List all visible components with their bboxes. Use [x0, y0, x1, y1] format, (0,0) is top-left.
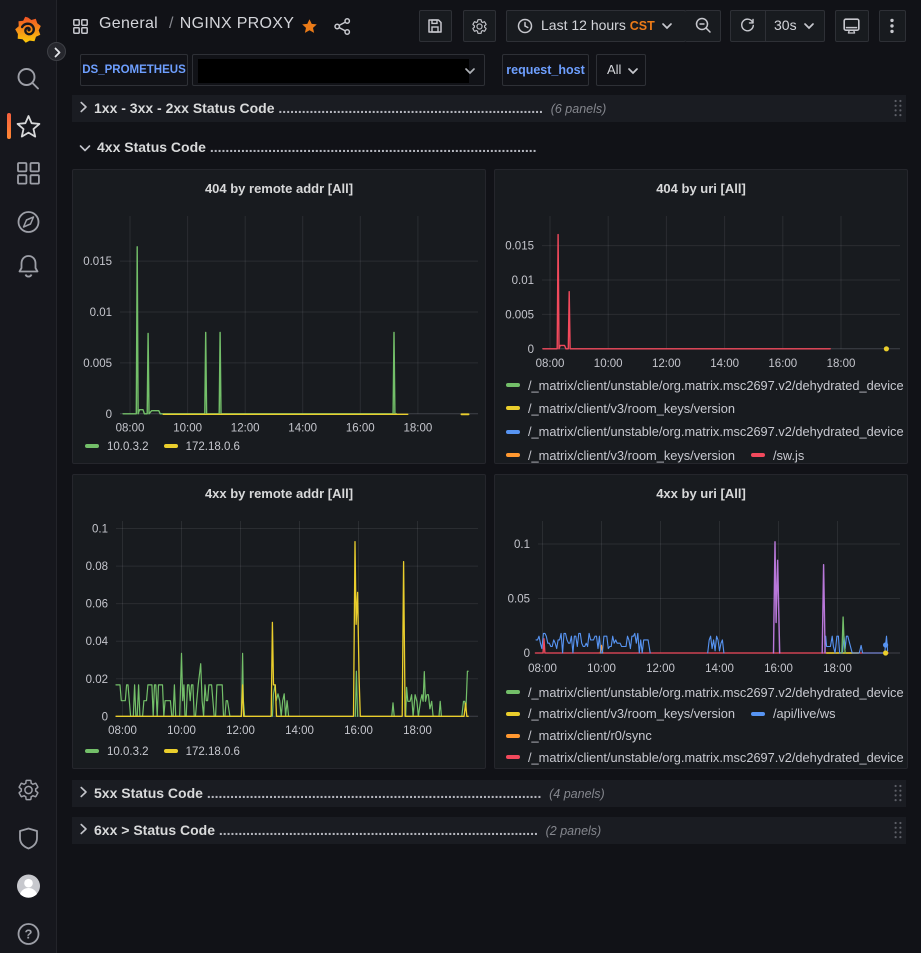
svg-text:08:00: 08:00 [528, 663, 557, 675]
svg-text:0: 0 [102, 711, 108, 723]
svg-text:?: ? [25, 927, 33, 942]
svg-text:0: 0 [528, 344, 534, 356]
svg-text:16:00: 16:00 [344, 725, 373, 737]
svg-text:14:00: 14:00 [710, 358, 739, 370]
svg-text:12:00: 12:00 [646, 663, 675, 675]
svg-text:0.01: 0.01 [512, 275, 534, 287]
svg-text:08:00: 08:00 [116, 423, 145, 435]
svg-text:12:00: 12:00 [652, 358, 681, 370]
svg-text:18:00: 18:00 [827, 358, 856, 370]
svg-text:16:00: 16:00 [768, 358, 797, 370]
svg-text:08:00: 08:00 [108, 725, 137, 737]
svg-text:14:00: 14:00 [285, 725, 314, 737]
svg-text:08:00: 08:00 [536, 358, 565, 370]
svg-text:16:00: 16:00 [346, 423, 375, 435]
svg-text:0.005: 0.005 [505, 309, 534, 321]
svg-text:10:00: 10:00 [167, 725, 196, 737]
svg-text:0.015: 0.015 [83, 256, 112, 268]
svg-text:0.05: 0.05 [508, 594, 530, 606]
svg-text:18:00: 18:00 [403, 725, 432, 737]
svg-text:10:00: 10:00 [173, 423, 202, 435]
svg-text:0.02: 0.02 [86, 674, 108, 686]
svg-text:14:00: 14:00 [288, 423, 317, 435]
svg-text:0.06: 0.06 [86, 599, 108, 611]
svg-text:14:00: 14:00 [705, 663, 734, 675]
svg-text:0.005: 0.005 [83, 358, 112, 370]
svg-text:16:00: 16:00 [764, 663, 793, 675]
svg-text:18:00: 18:00 [823, 663, 852, 675]
svg-text:0.015: 0.015 [505, 241, 534, 253]
svg-text:0.1: 0.1 [514, 539, 530, 551]
svg-text:0: 0 [524, 648, 530, 660]
svg-text:0: 0 [106, 409, 112, 421]
svg-text:0.1: 0.1 [92, 524, 108, 536]
svg-text:12:00: 12:00 [231, 423, 260, 435]
svg-text:0.04: 0.04 [86, 636, 109, 648]
svg-text:0.08: 0.08 [86, 561, 108, 573]
svg-text:0.01: 0.01 [90, 307, 112, 319]
svg-text:18:00: 18:00 [404, 423, 433, 435]
svg-text:10:00: 10:00 [587, 663, 616, 675]
svg-text:12:00: 12:00 [226, 725, 255, 737]
svg-text:10:00: 10:00 [594, 358, 623, 370]
